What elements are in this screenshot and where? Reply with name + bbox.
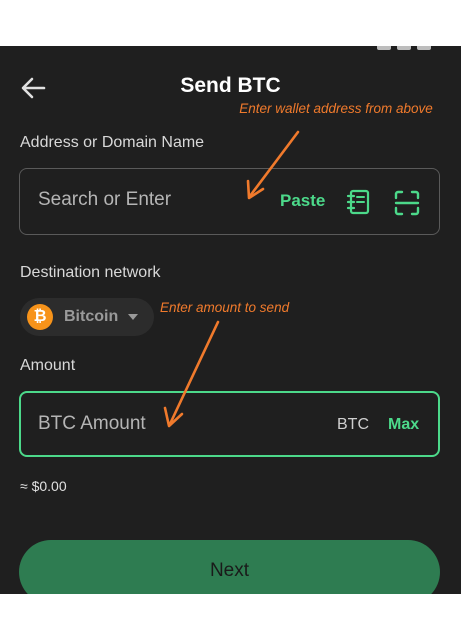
next-button[interactable]: Next	[19, 540, 440, 594]
network-selector[interactable]: ₿ Bitcoin	[20, 298, 154, 336]
address-book-button[interactable]	[346, 189, 372, 215]
network-name: Bitcoin	[64, 308, 119, 325]
amount-annotation: Enter amount to send	[160, 300, 290, 315]
status-bar	[0, 46, 461, 52]
amount-unit: BTC	[337, 416, 369, 433]
scan-button[interactable]	[393, 189, 421, 217]
scan-qr-icon	[394, 190, 420, 216]
address-annotation: Enter wallet address from above	[239, 101, 433, 116]
fiat-equivalent: ≈ $0.00	[20, 478, 67, 494]
bitcoin-logo-icon: ₿	[27, 304, 53, 330]
address-input[interactable]	[38, 189, 238, 211]
address-label: Address or Domain Name	[20, 134, 205, 151]
chevron-down-icon	[128, 314, 138, 320]
network-label: Destination network	[20, 264, 161, 281]
page-title: Send BTC	[180, 74, 281, 97]
max-button[interactable]: Max	[388, 416, 419, 434]
address-book-icon	[346, 189, 370, 215]
send-screen: Send BTC Enter wallet address from above…	[0, 46, 461, 594]
paste-button[interactable]: Paste	[280, 191, 325, 211]
status-icons	[377, 46, 431, 50]
address-field[interactable]: Paste	[19, 168, 440, 235]
amount-field[interactable]: BTC Max	[19, 391, 440, 457]
amount-input[interactable]	[38, 413, 238, 435]
amount-label: Amount	[20, 357, 76, 374]
